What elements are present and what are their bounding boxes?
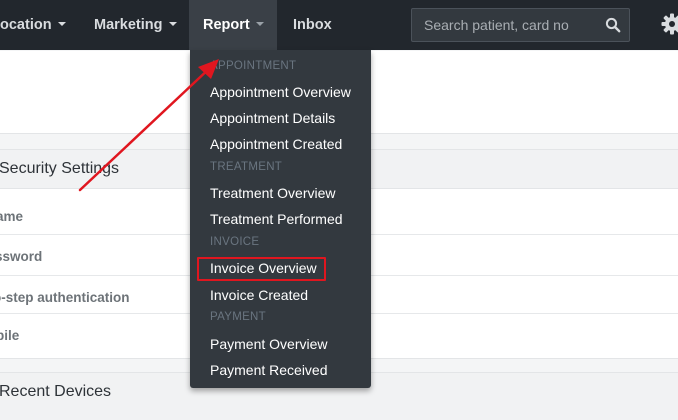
menu-section-header: PAYMENT [210, 311, 266, 323]
caret-down-icon [256, 22, 264, 26]
card-title: Security Settings [0, 160, 119, 178]
menu-item-payment-received[interactable]: Payment Received [210, 362, 328, 378]
nav-item-report[interactable]: Report [189, 0, 277, 50]
nav-item-label: Report [203, 17, 250, 33]
nav-item-label: ocation [0, 17, 52, 33]
menu-item-treatment-overview[interactable]: Treatment Overview [210, 185, 336, 201]
menu-item-invoice-overview[interactable]: Invoice Overview [210, 260, 317, 276]
nav-item-location[interactable]: ocation [0, 0, 80, 50]
nav-item-marketing[interactable]: Marketing [80, 0, 191, 50]
search-box [411, 8, 630, 42]
setting-label: ername [0, 209, 23, 224]
menu-item-appointment-details[interactable]: Appointment Details [210, 110, 335, 126]
nav-item-label: Marketing [94, 17, 163, 33]
menu-section-header: APPOINTMENT [210, 60, 296, 72]
card-title: Recent Devices [0, 383, 111, 401]
setting-label: o-step authentication [0, 290, 130, 305]
setting-label: bile [0, 328, 19, 343]
nav-item-inbox[interactable]: Inbox [279, 0, 346, 50]
menu-section-header: INVOICE [210, 236, 259, 248]
menu-item-invoice-created[interactable]: Invoice Created [210, 287, 308, 303]
menu-item-appointment-overview[interactable]: Appointment Overview [210, 84, 351, 100]
nav-item-label: Inbox [293, 17, 332, 33]
search-input[interactable] [424, 9, 599, 41]
menu-item-treatment-performed[interactable]: Treatment Performed [210, 211, 343, 227]
setting-label: ssword [0, 249, 42, 264]
top-navbar: ocation Marketing Report Inbox [0, 0, 678, 50]
caret-down-icon [169, 22, 177, 26]
menu-item-payment-overview[interactable]: Payment Overview [210, 336, 327, 352]
menu-section-header: TREATMENT [210, 161, 282, 173]
gear-icon[interactable] [660, 12, 678, 36]
report-dropdown-menu: APPOINTMENT Appointment Overview Appoint… [190, 50, 371, 388]
menu-item-appointment-created[interactable]: Appointment Created [210, 136, 342, 152]
search-icon[interactable] [605, 17, 621, 33]
caret-down-icon [58, 22, 66, 26]
